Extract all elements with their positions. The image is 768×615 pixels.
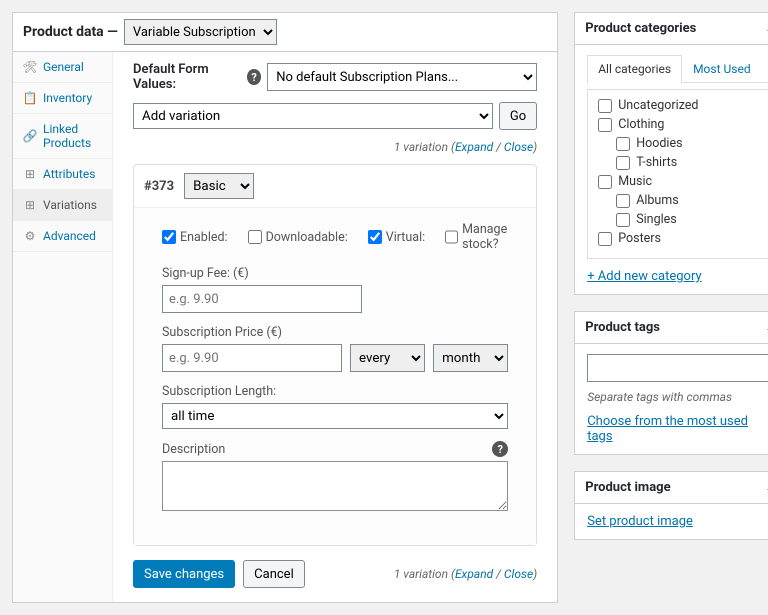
variations-content: Default Form Values: ? No default Subscr… (113, 52, 557, 602)
default-plan-select[interactable]: No default Subscription Plans... (267, 63, 537, 91)
save-button[interactable]: Save changes (133, 560, 235, 588)
cat-hoodies[interactable]: Hoodies (598, 136, 762, 151)
variation-count-note-bottom: 1 variation (Expand / Close) (394, 567, 537, 581)
add-category-link[interactable]: + Add new category (587, 269, 701, 284)
cat-singles[interactable]: Singles (598, 212, 762, 227)
variation-count-note: 1 variation (Expand / Close) (394, 140, 537, 154)
subscription-price-input[interactable] (162, 344, 342, 372)
tag-input[interactable] (587, 354, 768, 382)
description-textarea[interactable] (162, 461, 508, 511)
cat-albums[interactable]: Albums (598, 193, 762, 208)
link-icon: 🔗 (23, 129, 37, 143)
downloadable-checkbox[interactable] (248, 230, 262, 244)
virtual-checkbox[interactable] (368, 230, 382, 244)
variation-header[interactable]: #373 Basic (134, 165, 536, 208)
subscription-period-select[interactable]: month (433, 344, 508, 372)
set-image-link[interactable]: Set product image (587, 514, 693, 529)
default-form-label: Default Form Values: (133, 62, 241, 92)
panel-title: Product data — (23, 24, 118, 40)
cat-posters[interactable]: Posters (598, 231, 762, 246)
signup-fee-input[interactable] (162, 285, 362, 313)
enabled-checkbox[interactable] (162, 230, 176, 244)
close-link-bottom[interactable]: Close (504, 567, 533, 581)
help-icon[interactable]: ? (492, 441, 508, 457)
tab-inventory[interactable]: 📋Inventory (13, 83, 112, 114)
grid-icon: ⊞ (23, 198, 37, 212)
cat-music[interactable]: Music (598, 174, 762, 189)
wrench-icon: 🛠 (23, 60, 37, 74)
subscription-length-label: Subscription Length: (162, 384, 276, 399)
gear-icon: ⚙ (23, 229, 37, 243)
grid-icon: ⊞ (23, 167, 37, 181)
cat-tshirts[interactable]: T-shirts (598, 155, 762, 170)
tab-general[interactable]: 🛠General (13, 52, 112, 83)
manage-stock-checkbox-label[interactable]: Manage stock? (445, 222, 508, 252)
category-list: Uncategorized Clothing Hoodies T-shirts … (587, 89, 768, 259)
cat-clothing[interactable]: Clothing (598, 117, 762, 132)
tab-attributes[interactable]: ⊞Attributes (13, 159, 112, 190)
expand-link[interactable]: Expand (455, 140, 493, 154)
tab-linked-products[interactable]: 🔗Linked Products (13, 114, 112, 159)
description-label: Description (162, 442, 225, 457)
virtual-checkbox-label[interactable]: Virtual: (368, 230, 425, 245)
image-title: Product image (585, 480, 670, 495)
panel-header: Product data — Variable Subscription (13, 13, 557, 52)
categories-box: Product categories▲ All categories Most … (574, 12, 768, 295)
cancel-button[interactable]: Cancel (243, 560, 305, 588)
expand-link-bottom[interactable]: Expand (455, 567, 493, 581)
manage-stock-checkbox[interactable] (445, 230, 458, 244)
variation-number: #373 (144, 179, 174, 194)
tags-box: Product tags▲ Add Separate tags with com… (574, 311, 768, 455)
tab-variations[interactable]: ⊞Variations (13, 190, 112, 221)
product-tabs: 🛠General 📋Inventory 🔗Linked Products ⊞At… (13, 52, 113, 602)
product-type-select[interactable]: Variable Subscription (124, 19, 277, 45)
cat-uncategorized[interactable]: Uncategorized (598, 98, 762, 113)
product-data-panel: Product data — Variable Subscription 🛠Ge… (12, 12, 558, 603)
add-variation-select[interactable]: Add variation (133, 103, 493, 129)
go-button[interactable]: Go (499, 102, 537, 130)
tags-title: Product tags (585, 320, 660, 335)
subscription-length-select[interactable]: all time (162, 403, 508, 429)
image-box: Product image▲ Set product image (574, 471, 768, 540)
tags-note: Separate tags with commas (587, 390, 768, 404)
help-icon[interactable]: ? (247, 69, 261, 85)
categories-title: Product categories (585, 21, 696, 36)
close-link[interactable]: Close (504, 140, 533, 154)
choose-tags-link[interactable]: Choose from the most used tags (587, 414, 748, 444)
tab-advanced[interactable]: ⚙Advanced (13, 221, 112, 252)
subscription-price-label: Subscription Price (€) (162, 325, 282, 340)
cat-tab-all[interactable]: All categories (587, 55, 682, 83)
downloadable-checkbox-label[interactable]: Downloadable: (248, 230, 348, 245)
variation-plan-select[interactable]: Basic (184, 173, 254, 199)
clipboard-icon: 📋 (23, 91, 37, 105)
cat-tab-used[interactable]: Most Used (682, 55, 762, 82)
subscription-interval-select[interactable]: every (350, 344, 425, 372)
variation-box: #373 Basic Enabled: Downloadable: Virtua… (133, 164, 537, 546)
signup-fee-label: Sign-up Fee: (€) (162, 266, 249, 281)
enabled-checkbox-label[interactable]: Enabled: (162, 230, 228, 245)
